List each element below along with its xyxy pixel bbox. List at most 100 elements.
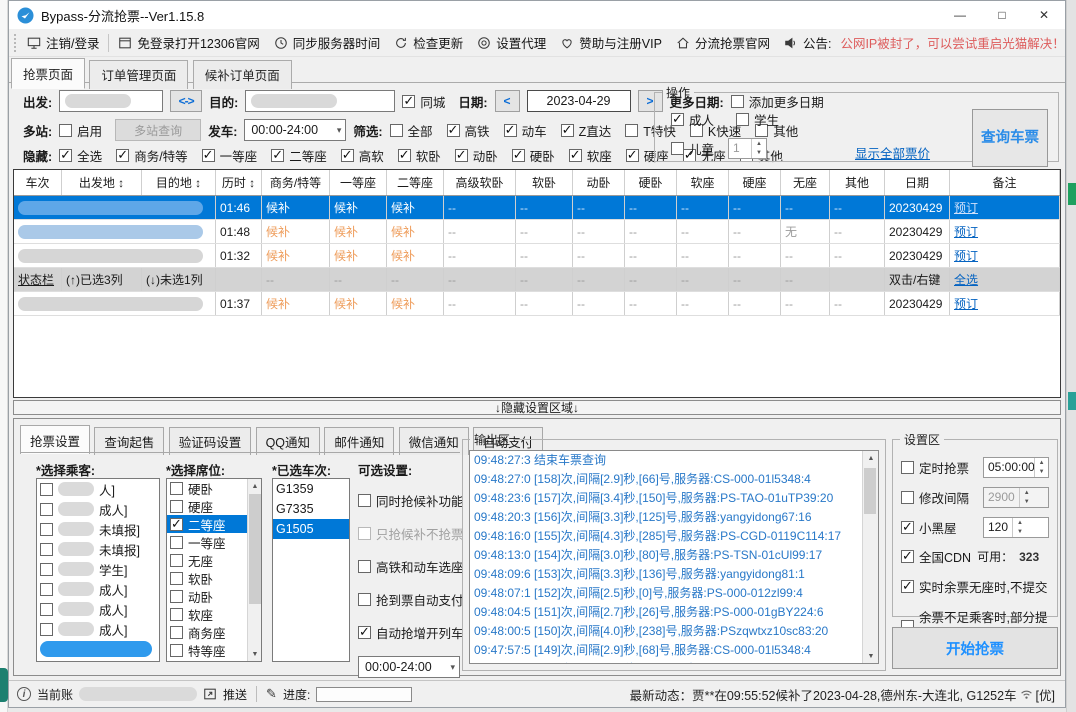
checkbox[interactable] — [358, 527, 371, 540]
checkbox[interactable] — [398, 149, 411, 162]
filter-checkbox-item[interactable]: 高铁 — [447, 121, 490, 140]
option-checkbox-item[interactable]: 自动抢增开列车 — [358, 623, 466, 642]
interval-stepper[interactable]: 2900▲▼ — [983, 487, 1049, 508]
arrow-up-icon[interactable]: ▲ — [1020, 488, 1034, 498]
cdn-checkbox-item[interactable]: 全国CDN — [901, 547, 971, 566]
push-label[interactable]: 推送 — [223, 686, 247, 703]
column-header[interactable]: 出发地 ↕ — [62, 170, 142, 195]
checkbox[interactable] — [402, 95, 415, 108]
dest-input[interactable] — [245, 90, 395, 112]
checkbox[interactable] — [170, 572, 183, 585]
passenger-item[interactable]: 成人] — [37, 499, 159, 519]
row-action-link[interactable]: 预订 — [950, 292, 1060, 315]
no-seat-checkbox-item[interactable]: 实时余票无座时,不提交 — [901, 577, 1047, 596]
stepper-arrows[interactable]: ▲▼ — [751, 139, 766, 158]
checkbox[interactable] — [170, 482, 183, 495]
arrow-up-icon[interactable]: ▲ — [1035, 458, 1048, 468]
checkbox[interactable] — [40, 563, 53, 576]
checkbox[interactable] — [447, 124, 460, 137]
passenger-item[interactable]: 成人] — [37, 619, 159, 639]
checkbox[interactable] — [504, 124, 517, 137]
open-12306-button[interactable]: 免登录打开12306官网 — [111, 31, 266, 55]
depart-time-select[interactable]: 00:00-24:00▾ — [244, 119, 346, 141]
filter-checkbox-item[interactable]: 全部 — [390, 121, 433, 140]
checkbox[interactable] — [390, 124, 403, 137]
arrow-down-icon[interactable]: ▼ — [1035, 468, 1048, 478]
output-scrollbar[interactable]: ▲▼ — [862, 451, 878, 663]
arrow-down-icon[interactable]: ▼ — [752, 149, 766, 159]
column-header[interactable]: 备注 — [950, 170, 1060, 195]
checkbox[interactable] — [358, 560, 371, 573]
hide-checkbox-item[interactable]: 硬卧 — [512, 146, 555, 165]
checkbox[interactable] — [901, 580, 914, 593]
checkbox[interactable] — [202, 149, 215, 162]
column-header[interactable]: 其他 — [830, 170, 885, 195]
child-checkbox-item[interactable]: 儿童 — [671, 139, 714, 158]
option-checkbox-item[interactable]: 只抢候补不抢票 — [358, 524, 466, 543]
hide-checkbox-item[interactable]: 动卧 — [455, 146, 498, 165]
checkbox[interactable] — [901, 521, 914, 534]
passenger-item[interactable]: 未填报] — [37, 519, 159, 539]
column-header[interactable]: 硬卧 — [625, 170, 677, 195]
passenger-item[interactable]: 成人] — [37, 579, 159, 599]
swap-stations-button[interactable]: <-> — [170, 90, 202, 112]
timed-grab-checkbox-item[interactable]: 定时抢票 — [901, 458, 969, 477]
checkbox[interactable] — [358, 494, 371, 507]
enable-checkbox-item[interactable]: 启用 — [59, 121, 102, 140]
checkbox[interactable] — [170, 518, 183, 531]
stepper-arrows[interactable]: ▲▼ — [1019, 488, 1034, 507]
query-tickets-button[interactable]: 查询车票 — [972, 109, 1048, 167]
modify-interval-checkbox-item[interactable]: 修改间隔 — [901, 488, 969, 507]
checkbox[interactable] — [170, 626, 183, 639]
checkbox[interactable] — [40, 583, 53, 596]
grab-time-range-select[interactable]: 00:00-24:00▾ — [358, 656, 460, 678]
passenger-list[interactable]: 人]成人]未填报]未填报]学生]成人]成人]成人] — [36, 478, 160, 662]
checkbox[interactable] — [455, 149, 468, 162]
show-all-prices-link[interactable]: 显示全部票价 — [855, 143, 930, 162]
same-city-checkbox-item[interactable]: 同城 — [402, 92, 445, 111]
column-header[interactable]: 历时 ↕ — [216, 170, 262, 195]
tab-query-onsale[interactable]: 查询起售 — [94, 427, 164, 455]
checkbox[interactable] — [671, 113, 684, 126]
sponsor-vip-button[interactable]: 赞助与注册VIP — [553, 31, 669, 55]
checkbox[interactable] — [271, 149, 284, 162]
arrow-up-icon[interactable]: ▲ — [863, 451, 879, 465]
train-item[interactable]: G7335 — [273, 499, 349, 519]
tab-grab-settings[interactable]: 抢票设置 — [20, 425, 90, 454]
table-row[interactable]: 01:32候补候补候补----------------20230429预订 — [14, 244, 1060, 268]
tab-email-notify[interactable]: 邮件通知 — [324, 427, 394, 455]
stepper-arrows[interactable]: ▲▼ — [1034, 458, 1048, 477]
filter-checkbox-item[interactable]: Z直达 — [561, 121, 612, 140]
arrow-down-icon[interactable]: ▼ — [1013, 528, 1027, 538]
column-header[interactable]: 二等座 — [387, 170, 444, 195]
checkbox[interactable] — [40, 603, 53, 616]
column-header[interactable]: 软座 — [677, 170, 729, 195]
checkbox[interactable] — [736, 113, 749, 126]
checkbox[interactable] — [512, 149, 525, 162]
checkbox[interactable] — [170, 590, 183, 603]
child-count-stepper[interactable]: 1▲▼ — [728, 138, 767, 159]
tab-ticket-page[interactable]: 抢票页面 — [11, 58, 85, 89]
checkbox[interactable] — [59, 149, 72, 162]
train-item[interactable]: G1505 — [273, 519, 349, 539]
check-update-button[interactable]: 检查更新 — [387, 31, 470, 55]
student-checkbox-item[interactable]: 学生 — [736, 110, 779, 129]
maximize-button[interactable]: □ — [981, 1, 1023, 29]
set-proxy-button[interactable]: 设置代理 — [470, 31, 553, 55]
row-action-link[interactable]: 全选 — [950, 268, 1060, 291]
table-row[interactable]: 01:48候补候补候补------------无--20230429预订 — [14, 220, 1060, 244]
checkbox[interactable] — [569, 149, 582, 162]
logout-login-button[interactable]: 注销/登录 — [20, 31, 106, 55]
column-header[interactable]: 一等座 — [330, 170, 387, 195]
checkbox[interactable] — [901, 491, 914, 504]
hide-checkbox-item[interactable]: 商务/特等 — [116, 146, 187, 165]
train-list[interactable]: G1359G7335G1505 — [272, 478, 350, 662]
row-action-link[interactable]: 预订 — [950, 196, 1060, 219]
depart-input[interactable] — [59, 90, 163, 112]
timed-grab-stepper[interactable]: 05:00:00▲▼ — [983, 457, 1049, 478]
column-header[interactable]: 车次 — [14, 170, 62, 195]
column-header[interactable]: 动卧 — [573, 170, 625, 195]
arrow-down-icon[interactable]: ▼ — [248, 647, 262, 661]
passenger-item[interactable]: 学生] — [37, 559, 159, 579]
seat-item[interactable]: 二等座 — [167, 515, 248, 533]
